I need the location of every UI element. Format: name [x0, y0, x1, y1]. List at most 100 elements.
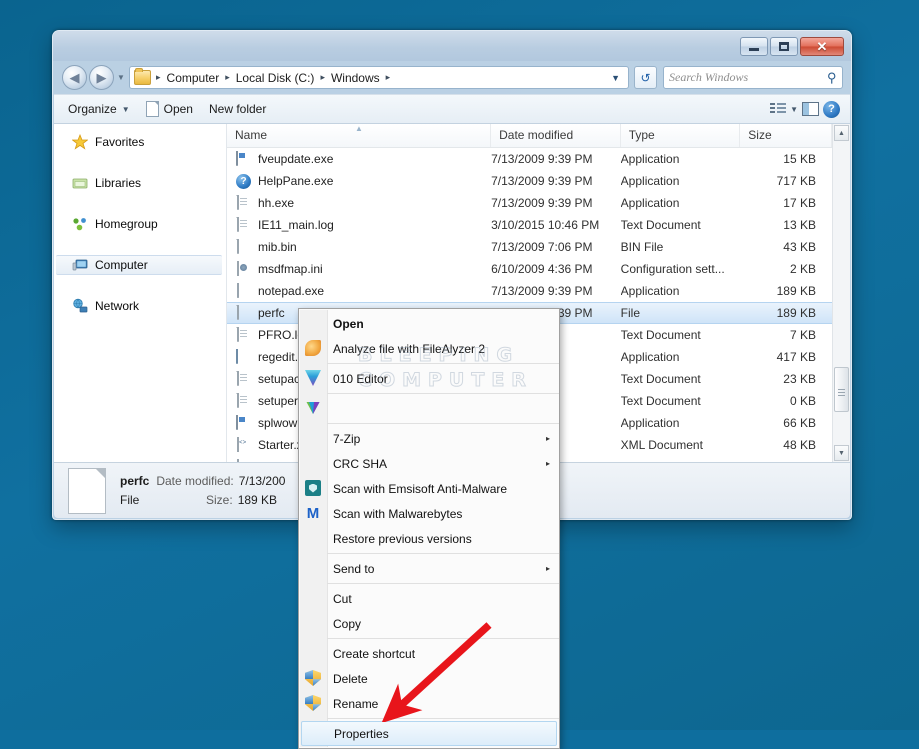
- file-name-text: Starter.x: [258, 438, 303, 452]
- breadcrumb-computer[interactable]: Computer: [164, 69, 223, 87]
- menu-item-create-shortcut[interactable]: Create shortcut: [299, 641, 559, 666]
- application-icon: [236, 415, 238, 430]
- breadcrumb-separator-icon: ▸: [383, 72, 394, 83]
- sidebar-item-homegroup[interactable]: Homegroup: [54, 214, 226, 234]
- sidebar-item-libraries[interactable]: Libraries: [54, 173, 226, 193]
- menu-item-rename[interactable]: Rename: [299, 691, 559, 716]
- menu-item-vmware[interactable]: [299, 396, 559, 421]
- menu-item-label: Send to: [333, 562, 374, 576]
- open-button[interactable]: Open: [138, 97, 201, 121]
- table-row[interactable]: hh.exe7/13/2009 9:39 PMApplication17 KB: [227, 192, 832, 214]
- star-icon: [72, 134, 88, 150]
- search-input[interactable]: Search Windows ⚲: [663, 66, 843, 89]
- menu-item-label: Open: [333, 317, 364, 331]
- menu-item-7-zip[interactable]: 7-Zip ▸: [299, 426, 559, 451]
- malwarebytes-icon: M: [305, 505, 321, 521]
- column-header-date[interactable]: Date modified: [491, 124, 621, 147]
- minimize-button[interactable]: [740, 37, 768, 56]
- menu-item-cut[interactable]: Cut: [299, 586, 559, 611]
- open-label: Open: [164, 102, 193, 116]
- menu-item-scan-with-malwarebytes[interactable]: MScan with Malwarebytes: [299, 501, 559, 526]
- refresh-button[interactable]: ↺: [634, 66, 657, 89]
- file-size-cell: 2 KB: [740, 262, 832, 276]
- scrollbar-thumb[interactable]: [834, 367, 849, 412]
- menu-item-label: Restore previous versions: [333, 532, 472, 546]
- new-folder-button[interactable]: New folder: [201, 98, 274, 120]
- close-button[interactable]: ✕: [800, 37, 844, 56]
- file-type-cell: BIN File: [621, 240, 741, 254]
- help-application-icon: ?: [236, 174, 251, 189]
- file-type-cell: Application: [621, 284, 741, 298]
- table-row[interactable]: ?HelpPane.exe7/13/2009 9:39 PMApplicatio…: [227, 170, 832, 192]
- table-row[interactable]: fveupdate.exe7/13/2009 9:39 PMApplicatio…: [227, 148, 832, 170]
- file-type-cell: File: [621, 306, 741, 320]
- table-row[interactable]: IE11_main.log3/10/2015 10:46 PMText Docu…: [227, 214, 832, 236]
- toolbar-right-group: ▼ ?: [770, 101, 844, 118]
- menu-item-delete[interactable]: Delete: [299, 666, 559, 691]
- ini-icon: [235, 261, 251, 277]
- minimize-icon: [749, 48, 759, 51]
- column-header-size[interactable]: Size: [740, 124, 832, 147]
- menu-item-scan-with-emsisoft-anti-malware[interactable]: Scan with Emsisoft Anti-Malware: [299, 476, 559, 501]
- menu-item-010-editor[interactable]: 010 Editor: [299, 366, 559, 391]
- table-row[interactable]: notepad.exe7/13/2009 9:39 PMApplication1…: [227, 280, 832, 302]
- menu-separator: [327, 583, 559, 584]
- chevron-down-icon: ▼: [122, 105, 130, 114]
- menu-separator: [327, 553, 559, 554]
- file-size-cell: 189 KB: [740, 284, 832, 298]
- sidebar-item-favorites[interactable]: Favorites: [54, 132, 226, 152]
- menu-item-open[interactable]: Open: [299, 311, 559, 336]
- menu-item-analyze-file-with-filealyzer-2[interactable]: Analyze file with FileAlyzer 2: [299, 336, 559, 361]
- history-chevron-icon[interactable]: ▼: [117, 73, 125, 82]
- file-name-text: IE11_main.log: [258, 218, 334, 232]
- breadcrumb-local-disk[interactable]: Local Disk (C:): [233, 69, 318, 87]
- back-button[interactable]: ◀: [62, 65, 87, 90]
- scroll-up-icon: ▲: [838, 130, 845, 137]
- menu-item-restore-previous-versions[interactable]: Restore previous versions: [299, 526, 559, 551]
- menu-item-crc-sha[interactable]: CRC SHA▸: [299, 451, 559, 476]
- organize-button[interactable]: Organize ▼: [60, 98, 138, 120]
- details-row-bottom: File Size: 189 KB: [120, 491, 285, 510]
- menu-item-copy[interactable]: Copy: [299, 611, 559, 636]
- help-icon[interactable]: ?: [823, 101, 840, 118]
- sidebar-item-computer[interactable]: Computer: [56, 255, 222, 275]
- file-size-cell: 17 KB: [740, 196, 832, 210]
- breadcrumb-windows[interactable]: Windows: [328, 69, 383, 87]
- sidebar-item-network[interactable]: Network: [54, 296, 226, 316]
- sidebar-item-label: Network: [95, 299, 139, 313]
- details-file-kind: File: [120, 491, 206, 510]
- text-icon: [235, 217, 251, 233]
- file-name-cell: msdfmap.ini: [227, 261, 491, 277]
- sidebar-item-label: Favorites: [95, 135, 144, 149]
- menu-item-label: 7-Zip: [333, 432, 360, 446]
- menu-item-properties[interactable]: Properties: [301, 721, 557, 746]
- scroll-down-button[interactable]: ▼: [834, 445, 849, 461]
- shield-icon: [305, 695, 321, 711]
- address-breadcrumb-bar[interactable]: ▸ Computer ▸ Local Disk (C:) ▸ Windows ▸…: [129, 66, 629, 89]
- menu-item-send-to[interactable]: Send to▸: [299, 556, 559, 581]
- column-header-type[interactable]: Type: [621, 124, 741, 147]
- file-name-text: notepad.exe: [258, 284, 324, 298]
- app-icon: [235, 415, 251, 431]
- scroll-up-button[interactable]: ▲: [834, 125, 849, 141]
- xml-document-icon: [237, 437, 239, 452]
- notepad-icon: [235, 283, 251, 299]
- forward-button[interactable]: ▶: [89, 65, 114, 90]
- file-size-cell: 13 KB: [740, 218, 832, 232]
- maximize-button[interactable]: [770, 37, 798, 56]
- file-type-cell: Application: [621, 416, 741, 430]
- menu-item-label: Delete: [333, 672, 368, 686]
- details-date-label: Date modified:: [156, 472, 233, 491]
- title-bar[interactable]: ✕: [53, 31, 851, 61]
- view-chevron-down-icon[interactable]: ▼: [790, 105, 798, 114]
- address-dropdown-icon[interactable]: ▼: [605, 73, 626, 83]
- file-name-text: regedit.: [258, 350, 298, 364]
- preview-pane-icon[interactable]: [802, 102, 819, 116]
- table-row[interactable]: mib.bin7/13/2009 7:06 PMBIN File43 KB: [227, 236, 832, 258]
- vertical-scrollbar[interactable]: ▲ ▼: [832, 124, 850, 462]
- navigation-pane: Favorites Libraries Homegroup Computer: [54, 124, 227, 462]
- change-view-icon[interactable]: [770, 102, 786, 116]
- table-row[interactable]: msdfmap.ini6/10/2009 4:36 PMConfiguratio…: [227, 258, 832, 280]
- submenu-arrow-icon: ▸: [546, 434, 550, 443]
- notepad-icon: [237, 283, 239, 298]
